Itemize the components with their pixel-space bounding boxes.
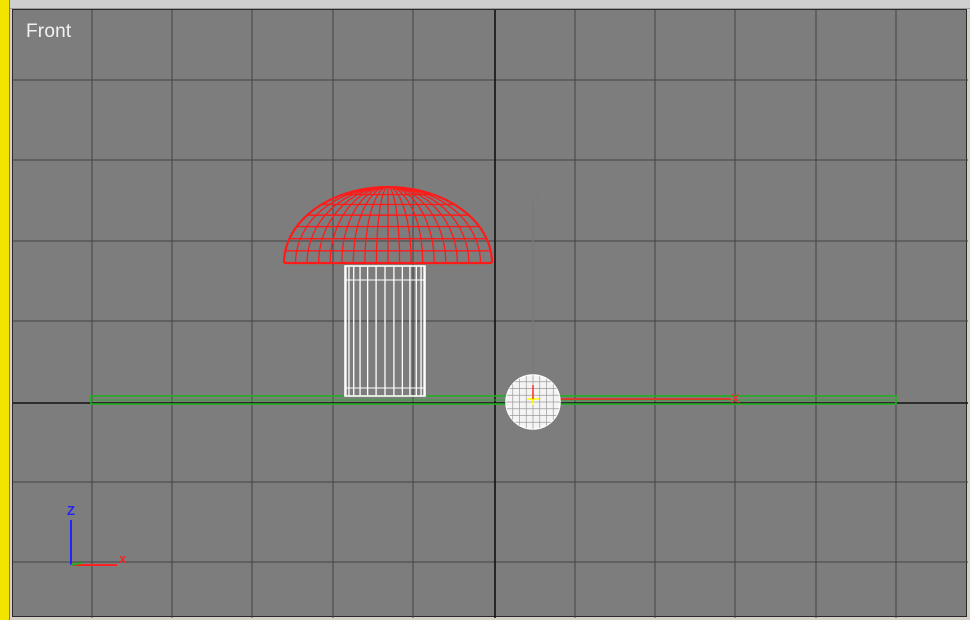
gizmo-z-label: Z [534,185,542,200]
front-viewport[interactable]: Z X Z x Front [12,9,968,618]
world-axis-tripod: Z x [67,503,127,566]
transform-gizmo[interactable]: Z X [532,185,740,406]
construction-grid [13,10,968,618]
tripod-z-label: Z [67,503,75,518]
viewport-label[interactable]: Front [26,21,71,43]
mushroom-cap-wireframe[interactable] [282,185,494,265]
cap-longitude-line [352,186,389,264]
viewport-top-border [0,0,970,9]
home-grid-axes [13,10,968,618]
cap-longitude-line [387,186,401,264]
cap-longitude-line [387,186,424,264]
active-viewport-highlight [0,0,10,620]
viewport-frame: Z X Z x Front [0,0,970,620]
viewport-scene[interactable]: Z X Z x [13,10,968,618]
cap-longitude-line [375,186,389,264]
gizmo-x-label: X [731,391,740,406]
tripod-x-label: x [119,551,127,566]
